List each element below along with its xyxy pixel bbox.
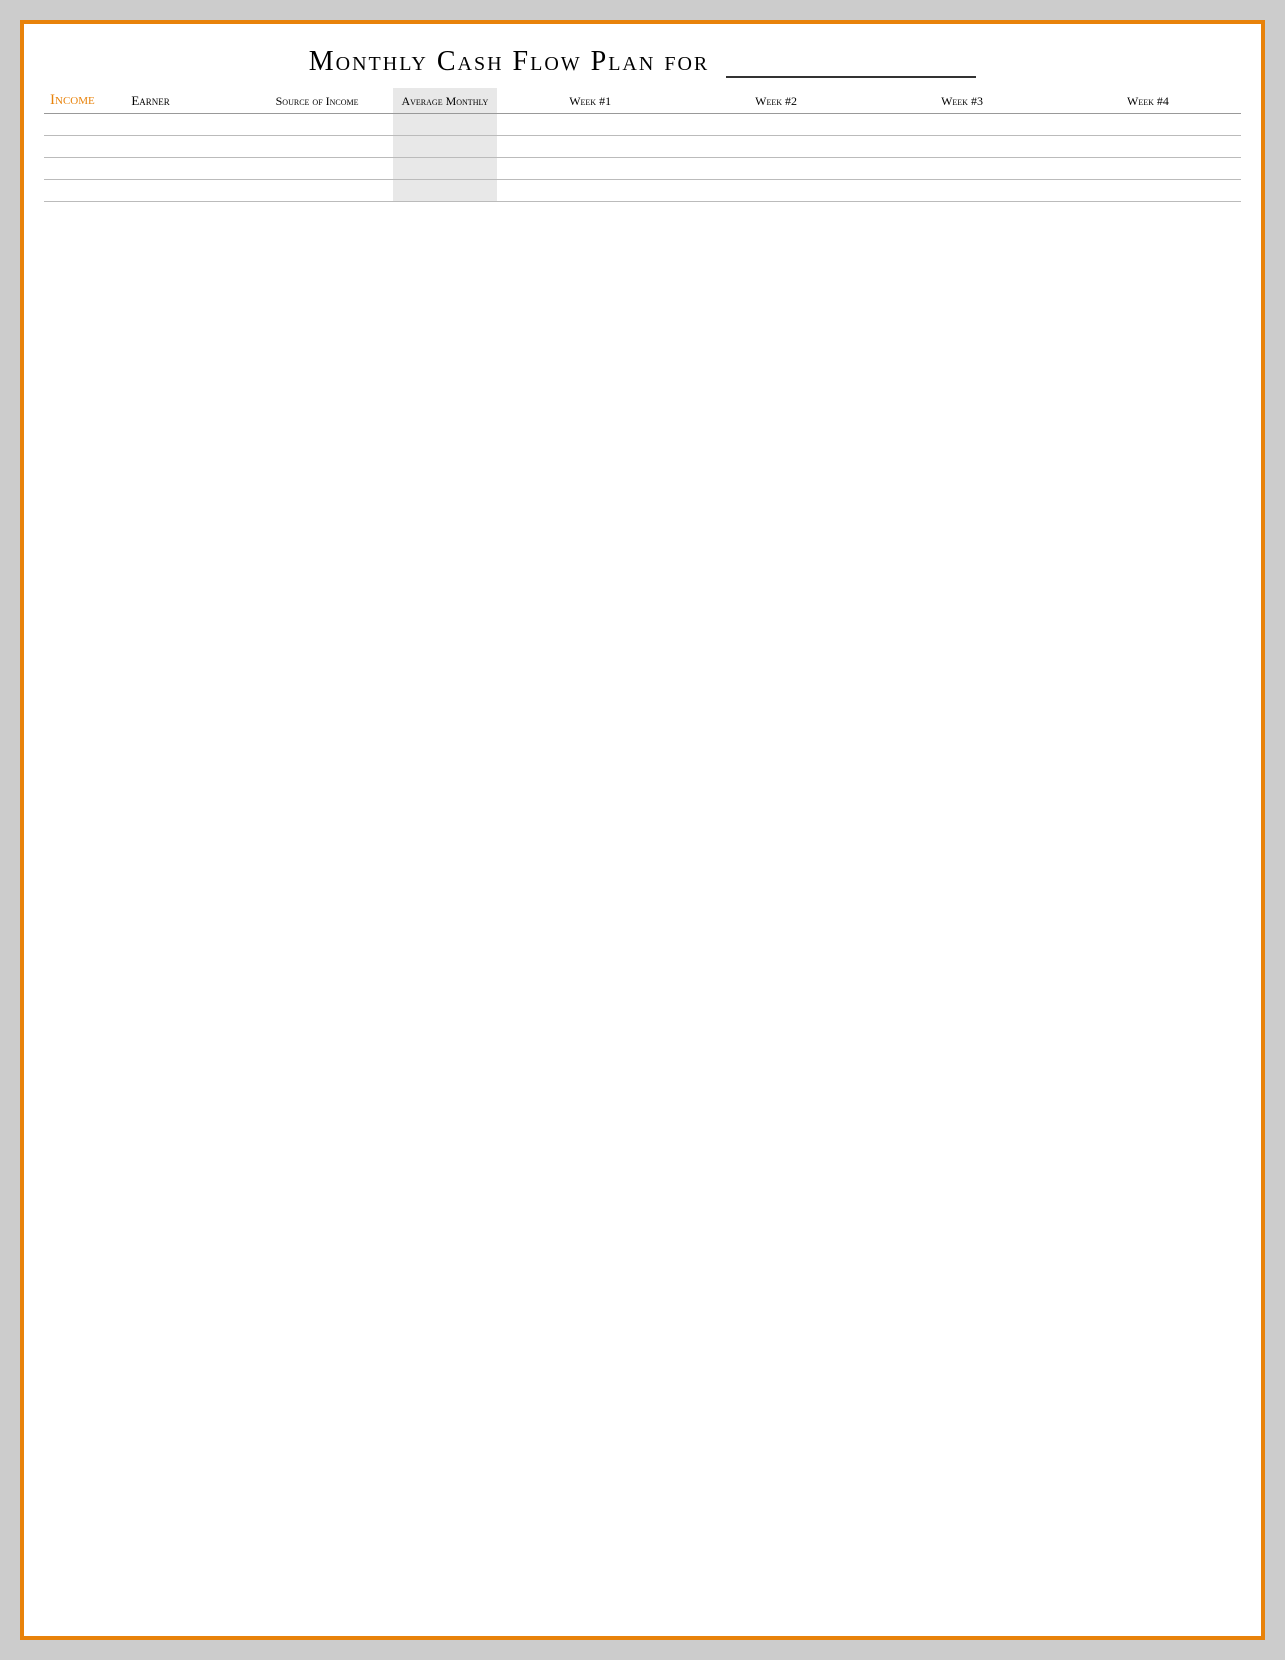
table-cell xyxy=(393,136,498,158)
table-cell xyxy=(393,180,498,202)
table-cell xyxy=(497,136,683,158)
table-row xyxy=(44,158,1241,180)
table-cell xyxy=(497,158,683,180)
table-cell xyxy=(242,114,393,136)
table-cell xyxy=(125,136,241,158)
table-cell xyxy=(44,114,125,136)
table-cell xyxy=(869,180,1055,202)
table-cell xyxy=(1055,136,1241,158)
table-cell xyxy=(242,158,393,180)
header-week3: Week #3 xyxy=(869,88,1055,114)
table-cell xyxy=(242,180,393,202)
table-cell xyxy=(393,158,498,180)
table-cell xyxy=(683,114,869,136)
header-avg: Average Monthly xyxy=(393,88,498,114)
table-cell xyxy=(497,180,683,202)
table-cell xyxy=(1055,180,1241,202)
title-text: Monthly Cash Flow Plan for xyxy=(309,46,709,77)
table-cell xyxy=(683,136,869,158)
table-cell xyxy=(44,136,125,158)
title-line xyxy=(726,44,976,78)
header-week4: Week #4 xyxy=(1055,88,1241,114)
table-header: Income Earner Source of Income Average M… xyxy=(44,88,1241,114)
table-cell xyxy=(125,114,241,136)
table-cell xyxy=(869,114,1055,136)
page: Monthly Cash Flow Plan for Income Earner… xyxy=(20,20,1265,1640)
table-cell xyxy=(125,158,241,180)
table-cell xyxy=(869,158,1055,180)
table-cell xyxy=(242,136,393,158)
table-cell xyxy=(44,158,125,180)
table-cell xyxy=(125,180,241,202)
header-week2: Week #2 xyxy=(683,88,869,114)
page-title: Monthly Cash Flow Plan for xyxy=(44,44,1241,78)
header-source: Source of Income xyxy=(242,88,393,114)
header-week1: Week #1 xyxy=(497,88,683,114)
table-cell xyxy=(683,158,869,180)
table-cell xyxy=(393,114,498,136)
header-income: Income xyxy=(44,88,125,114)
table-cell xyxy=(1055,158,1241,180)
table-row xyxy=(44,114,1241,136)
table-cell xyxy=(44,180,125,202)
header-earner: Earner xyxy=(125,88,241,114)
table-cell xyxy=(683,180,869,202)
table-cell xyxy=(1055,114,1241,136)
table-row xyxy=(44,136,1241,158)
table-row xyxy=(44,180,1241,202)
table-cell xyxy=(869,136,1055,158)
table-cell xyxy=(497,114,683,136)
